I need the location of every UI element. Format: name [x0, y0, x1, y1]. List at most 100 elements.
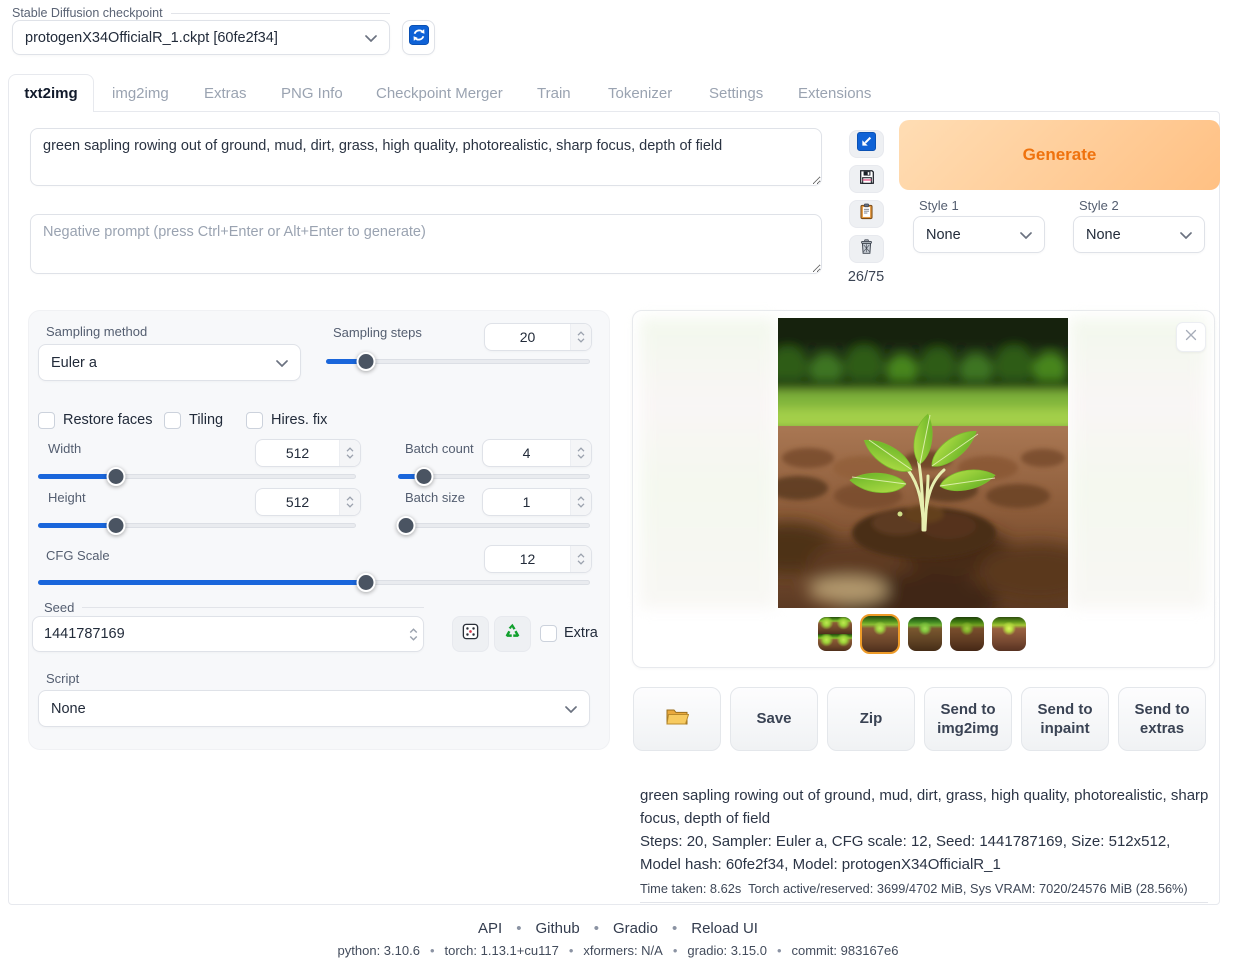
width-input[interactable] [255, 439, 361, 467]
tab-extensions[interactable]: Extensions [798, 85, 871, 102]
style1-dropdown[interactable]: None [913, 216, 1045, 253]
save-style-button[interactable] [849, 165, 884, 193]
save-label: Save [756, 709, 791, 729]
batch-count-slider[interactable] [398, 467, 590, 487]
checkpoint-value: protogenX34OfficialR_1.ckpt [60fe2f34] [25, 30, 278, 46]
generated-image[interactable] [778, 318, 1068, 608]
slider-track [398, 523, 590, 528]
generate-button[interactable]: Generate [899, 120, 1220, 190]
stepper-icon[interactable] [570, 324, 591, 350]
generation-info-params: Steps: 20, Sampler: Euler a, CFG scale: … [640, 830, 1210, 876]
send-extras-label: Send to extras [1125, 700, 1199, 739]
hires-fix-checkbox[interactable] [246, 412, 263, 429]
send-to-inpaint-button[interactable]: Send to inpaint [1021, 687, 1109, 751]
stepper-icon[interactable] [570, 546, 591, 572]
sampling-steps-slider[interactable] [326, 352, 590, 372]
slider-thumb[interactable] [356, 352, 375, 371]
stepper-icon[interactable] [570, 440, 591, 466]
send-img2img-label: Send to img2img [931, 700, 1005, 739]
gradio-link[interactable]: Gradio [613, 920, 658, 937]
thumbnail-3[interactable] [908, 617, 942, 651]
sampling-method-dropdown[interactable]: Euler a [38, 344, 301, 381]
python-version: python: 3.10.6 [338, 943, 420, 958]
batch-size-input[interactable] [482, 488, 592, 516]
bullet-separator: • [569, 943, 574, 958]
style2-dropdown[interactable]: None [1073, 216, 1205, 253]
refresh-checkpoint-button[interactable] [402, 20, 435, 55]
height-label: Height [48, 490, 86, 505]
cfg-scale-input[interactable] [484, 545, 592, 573]
tiling-label: Tiling [189, 412, 223, 428]
reuse-seed-button[interactable] [494, 616, 531, 652]
tab-extras[interactable]: Extras [204, 85, 247, 102]
tab-checkpoint-merger[interactable]: Checkpoint Merger [376, 85, 503, 102]
stepper-icon[interactable] [570, 489, 591, 515]
thumbnail-1[interactable] [818, 617, 852, 651]
style2-label: Style 2 [1079, 198, 1119, 213]
script-value: None [51, 701, 86, 717]
slider-thumb[interactable] [357, 573, 376, 592]
tab-train[interactable]: Train [537, 85, 571, 102]
dice-icon [461, 622, 480, 646]
tiling-checkbox[interactable] [164, 412, 181, 429]
extra-seed-checkbox[interactable] [540, 625, 557, 642]
sampling-steps-input[interactable] [484, 323, 592, 351]
reload-ui-link[interactable]: Reload UI [691, 920, 758, 937]
paste-arrow-icon [857, 132, 876, 156]
zip-button[interactable]: Zip [827, 687, 915, 751]
style1-label: Style 1 [919, 198, 959, 213]
sampling-method-value: Euler a [51, 355, 97, 371]
folder-icon [665, 706, 689, 732]
seed-label: Seed [44, 600, 74, 615]
width-slider[interactable] [38, 467, 356, 487]
random-seed-button[interactable] [452, 616, 489, 652]
restore-faces-checkbox[interactable] [38, 412, 55, 429]
close-icon [1185, 328, 1197, 346]
thumbnail-4[interactable] [950, 617, 984, 651]
batch-size-slider[interactable] [398, 516, 590, 536]
tab-txt2img[interactable]: txt2img [8, 74, 94, 112]
open-folder-button[interactable] [633, 687, 721, 751]
slider-fill [38, 580, 366, 585]
checkpoint-dropdown[interactable]: protogenX34OfficialR_1.ckpt [60fe2f34] [12, 20, 390, 55]
slider-fill [38, 474, 116, 479]
tab-tokenizer[interactable]: Tokenizer [608, 85, 672, 102]
seed-input[interactable] [32, 616, 424, 652]
tab-img2img[interactable]: img2img [112, 85, 169, 102]
close-gallery-button[interactable] [1176, 322, 1206, 352]
extra-seed-label: Extra [564, 625, 598, 641]
zip-label: Zip [860, 709, 883, 729]
tab-png-info[interactable]: PNG Info [281, 85, 343, 102]
api-link[interactable]: API [478, 920, 502, 937]
generate-label: Generate [1023, 145, 1097, 165]
paste-generation-params-button[interactable] [849, 130, 884, 158]
apply-style-button[interactable] [849, 200, 884, 228]
prompt-input[interactable]: green sapling rowing out of ground, mud,… [30, 128, 822, 186]
height-slider[interactable] [38, 516, 356, 536]
cfg-scale-slider[interactable] [38, 573, 590, 593]
generation-perf-text: Time taken: 8.62s Torch active/reserved:… [640, 881, 1210, 896]
slider-thumb[interactable] [414, 467, 433, 486]
github-link[interactable]: Github [535, 920, 579, 937]
save-button[interactable]: Save [730, 687, 818, 751]
send-to-extras-button[interactable]: Send to extras [1118, 687, 1206, 751]
script-dropdown[interactable]: None [38, 690, 590, 727]
thumbnail-5[interactable] [992, 617, 1026, 651]
style1-value: None [926, 227, 961, 243]
batch-count-input[interactable] [482, 439, 592, 467]
height-input[interactable] [255, 488, 361, 516]
slider-thumb[interactable] [106, 467, 125, 486]
tab-settings[interactable]: Settings [709, 85, 763, 102]
tab-label: txt2img [24, 85, 77, 102]
clear-prompt-button[interactable] [849, 235, 884, 263]
slider-thumb[interactable] [106, 516, 125, 535]
slider-thumb[interactable] [396, 516, 415, 535]
stepper-icon[interactable] [403, 617, 423, 651]
stepper-icon[interactable] [339, 440, 360, 466]
thumbnail-2-selected[interactable] [860, 614, 900, 654]
send-to-img2img-button[interactable]: Send to img2img [924, 687, 1012, 751]
stepper-icon[interactable] [339, 489, 360, 515]
bullet-separator: • [594, 920, 599, 937]
trash-icon [858, 238, 875, 260]
negative-prompt-input[interactable] [30, 214, 822, 274]
